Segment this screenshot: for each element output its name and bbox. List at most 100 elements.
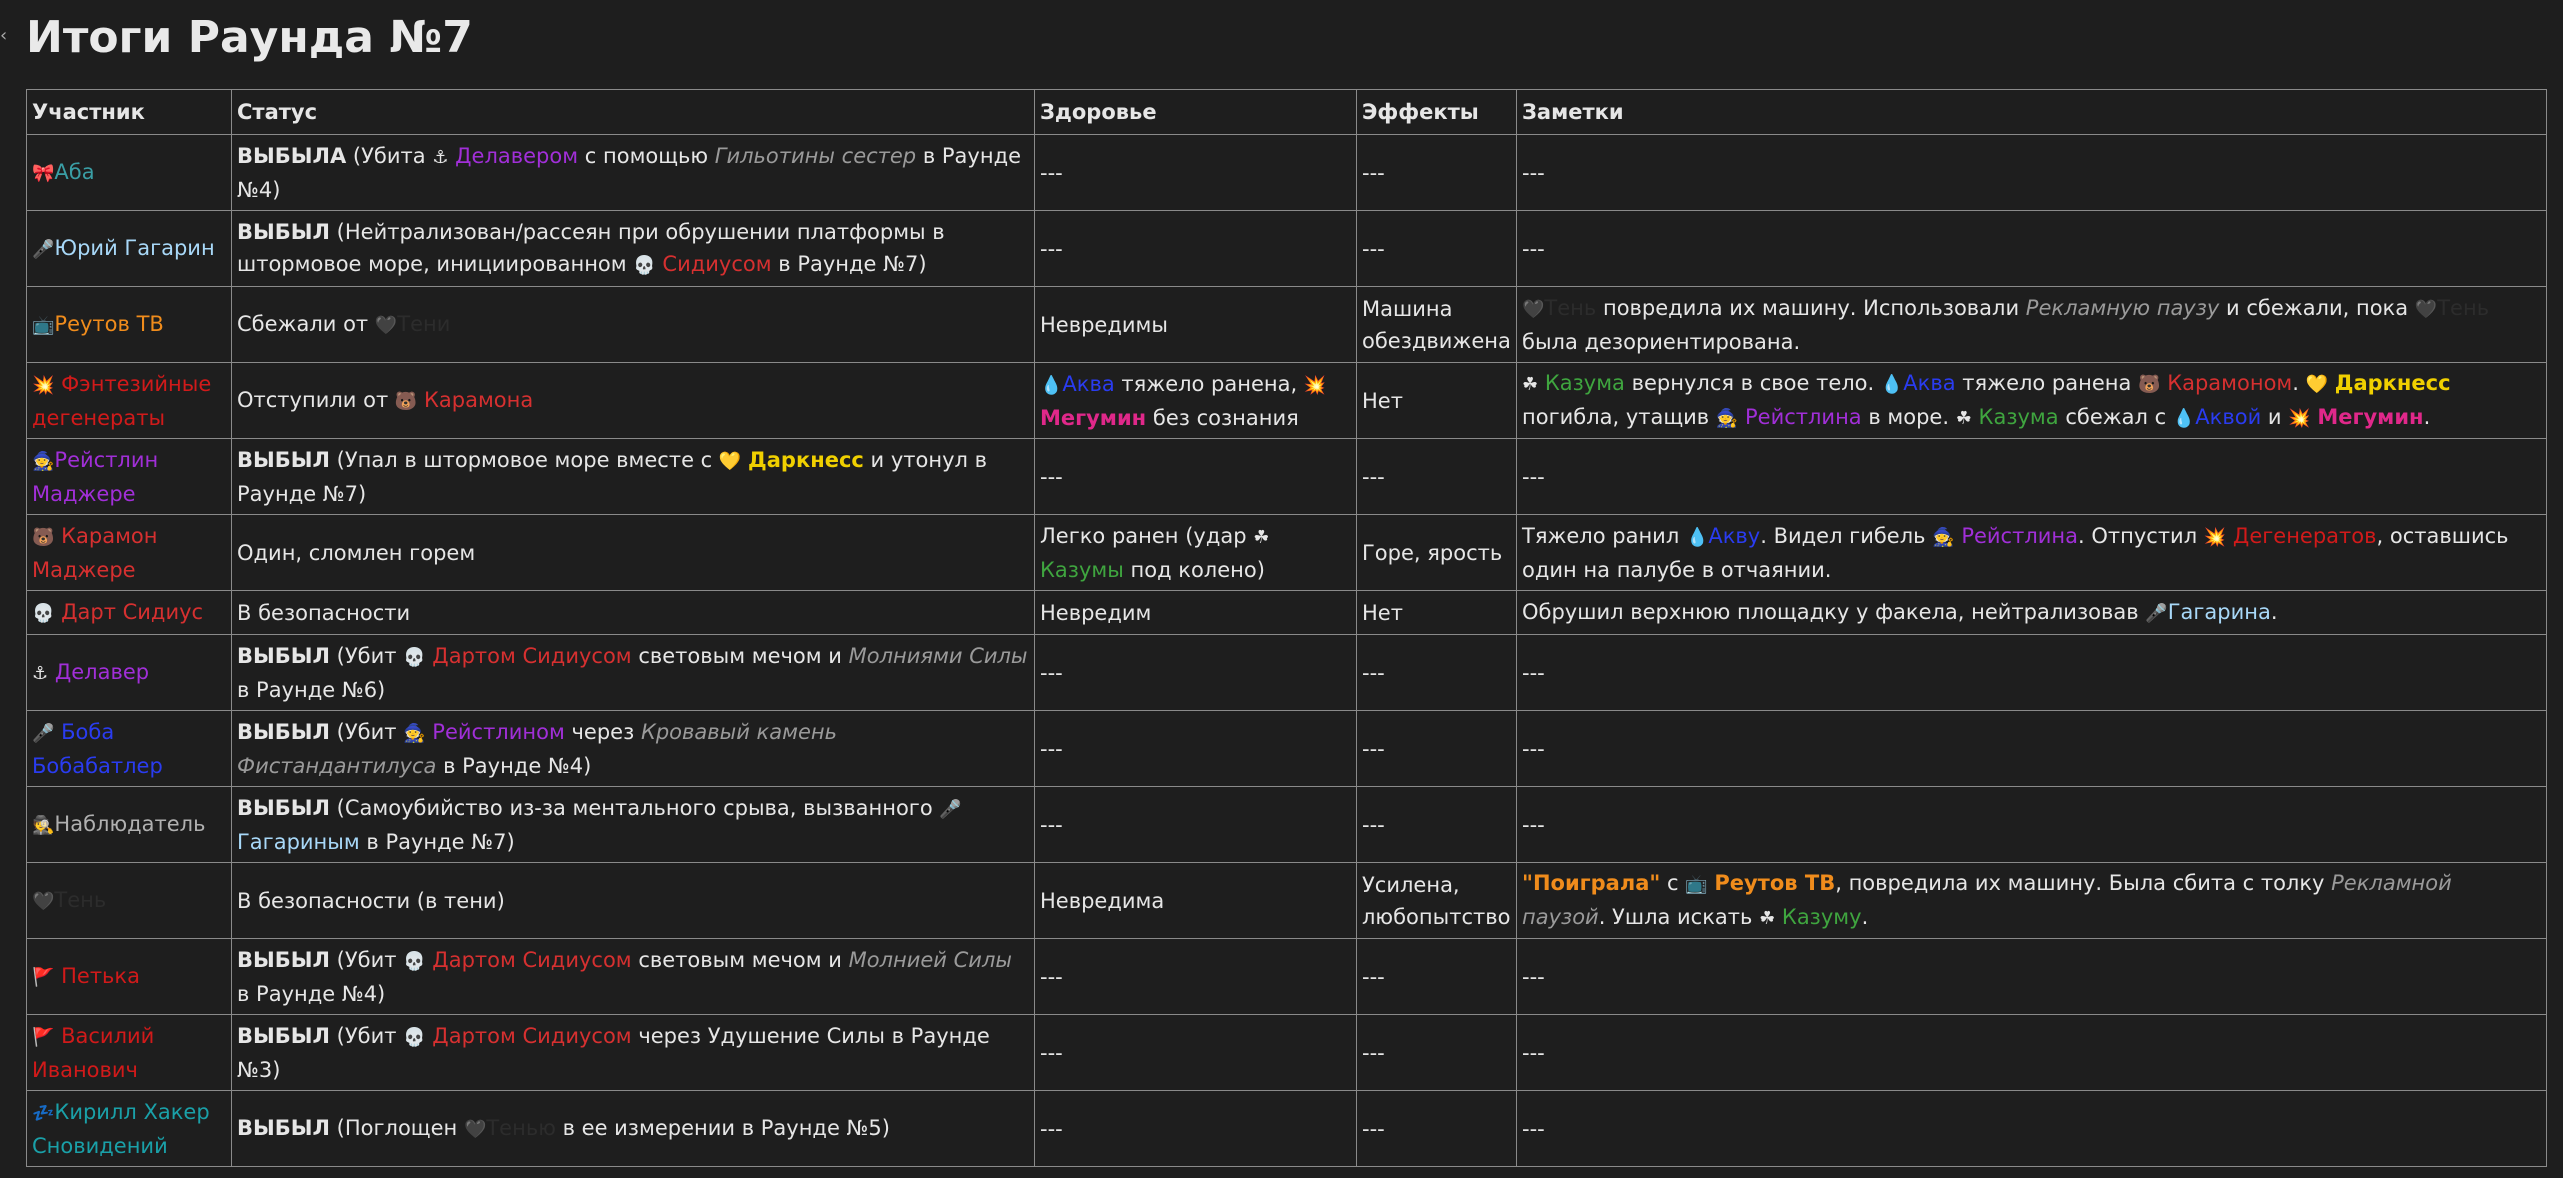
participant-name: Дарт Сидиус bbox=[61, 599, 204, 624]
participant-cell: ⚓ Делавер bbox=[26, 634, 232, 711]
notes-text: была дезориентирована. bbox=[1522, 329, 1801, 354]
round-results-table: Участник Статус Здоровье Эффекты Заметки… bbox=[26, 89, 2547, 1167]
table-row: 🧙Рейстлин Маджере ВЫБЫЛ (Упал в штормово… bbox=[26, 438, 2547, 515]
notes-cell: 🖤Тень повредила их машину. Использовали … bbox=[1516, 286, 2547, 363]
notes-text: тяжело ранена bbox=[1962, 370, 2132, 395]
ref-name: Аквой bbox=[2195, 404, 2262, 429]
health-cell: Невредим bbox=[1034, 590, 1357, 635]
yellow-heart-icon: 💛 bbox=[2305, 373, 2329, 395]
explosion-icon: 💥 bbox=[2203, 526, 2227, 548]
status-cell: ВЫБЫЛ (Самоубийство из-за ментального ср… bbox=[231, 786, 1035, 863]
anchor-icon: ⚓ bbox=[432, 146, 449, 168]
health-text: Легко ранен (удар bbox=[1040, 523, 1247, 548]
table-row: 💀 Дарт Сидиус В безопасности Невредим Не… bbox=[26, 590, 2547, 635]
table-row: 🎀Аба ВЫБЫЛА (Убита ⚓ Делавером с помощью… bbox=[26, 134, 2547, 211]
notes-cell: "Поиграла" с 📺 Реутов ТВ, повредила их м… bbox=[1516, 862, 2547, 939]
status-text: в ее измерении в Раунде №5) bbox=[562, 1115, 890, 1140]
skull-icon: 💀 bbox=[633, 254, 656, 276]
status-eliminated: ВЫБЫЛ bbox=[237, 1023, 330, 1048]
status-cell: ВЫБЫЛ (Упал в штормовое море вместе с 💛 … bbox=[231, 438, 1035, 515]
status-text: (Убит bbox=[336, 643, 397, 668]
wizard-icon: 🧙 bbox=[1715, 407, 1739, 429]
table-row: 🐻 Карамон Маджере Один, сломлен горем Ле… bbox=[26, 514, 2547, 591]
participant-cell: 🎤Юрий Гагарин bbox=[26, 210, 232, 287]
notes-text: с bbox=[1667, 870, 1679, 895]
notes-text: . bbox=[2270, 599, 2278, 624]
status-text: в Раунде №6) bbox=[237, 677, 386, 702]
status-text: Сбежали от bbox=[237, 311, 369, 336]
ref-name: Тени bbox=[397, 311, 451, 336]
status-text: с помощью bbox=[584, 143, 709, 168]
bear-icon: 🐻 bbox=[2138, 373, 2161, 395]
wizard-icon: 🧙 bbox=[403, 722, 426, 744]
notes-text: вернулся в свое тело. bbox=[1631, 370, 1875, 395]
status-text: (Убит bbox=[336, 1023, 397, 1048]
header-effects: Эффекты bbox=[1356, 89, 1517, 135]
weapon-name: Молниями Силы bbox=[848, 643, 1028, 668]
ref-name: Тень bbox=[2437, 295, 2490, 320]
status-text: в Раунде №4) bbox=[443, 753, 592, 778]
wizard-icon: 🧙 bbox=[1932, 526, 1955, 548]
health-text: тяжело ранена, bbox=[1121, 371, 1298, 396]
killer-name: Дартом Сидиусом bbox=[432, 947, 632, 972]
header-status: Статус bbox=[231, 89, 1035, 135]
status-text: (Упал в штормовое море вместе с bbox=[336, 447, 713, 472]
status-text: через bbox=[571, 719, 635, 744]
droplet-icon: 💧 bbox=[1880, 373, 1904, 395]
status-text: (Убита bbox=[352, 143, 426, 168]
notes-text: . Ушла искать bbox=[1598, 904, 1753, 929]
effects-cell: --- bbox=[1356, 438, 1517, 515]
participant-cell: 💤Кирилл Хакер Сновидений bbox=[26, 1090, 232, 1167]
notes-text: , повредила их машину. Была сбита с толк… bbox=[1835, 870, 2325, 895]
status-cell: В безопасности bbox=[231, 590, 1035, 635]
tv-icon: 📺 bbox=[1685, 873, 1708, 895]
participant-name: Аба bbox=[54, 159, 95, 184]
health-cell: --- bbox=[1034, 210, 1357, 287]
sleep-icon: 💤 bbox=[32, 1102, 55, 1124]
table-row: 🕵Наблюдатель ВЫБЫЛ (Самоубийство из-за м… bbox=[26, 786, 2547, 863]
black-heart-icon: 🖤 bbox=[32, 890, 55, 912]
microphone-icon: 🎤 bbox=[32, 722, 55, 744]
header-notes: Заметки bbox=[1516, 89, 2547, 135]
notes-cell: ☘ Казума вернулся в свое тело. 💧Аква тяж… bbox=[1516, 362, 2547, 439]
skull-icon: 💀 bbox=[403, 950, 426, 972]
italic-term: Рекламную паузу bbox=[2025, 295, 2220, 320]
status-text: Один, сломлен горем bbox=[237, 540, 476, 565]
effects-cell: --- bbox=[1356, 938, 1517, 1015]
ref-name: Карамоном bbox=[2167, 370, 2293, 395]
ref-name: Аква bbox=[1062, 371, 1115, 396]
participant-cell: 📺Реутов ТВ bbox=[26, 286, 232, 363]
killer-name: Рейстлином bbox=[432, 719, 565, 744]
effects-cell: --- bbox=[1356, 710, 1517, 787]
ref-name: Карамона bbox=[423, 387, 534, 412]
status-cell: Один, сломлен горем bbox=[231, 514, 1035, 591]
status-text: световым мечом и bbox=[638, 947, 842, 972]
status-cell: ВЫБЫЛ (Нейтрализован/рассеян при обрушен… bbox=[231, 210, 1035, 287]
notes-cell: Тяжело ранил 💧Акву. Видел гибель 🧙 Рейст… bbox=[1516, 514, 2547, 591]
killer-name: Гагариным bbox=[237, 829, 360, 854]
status-cell: ВЫБЫЛ (Убит 🧙 Рейстлином через Кровавый … bbox=[231, 710, 1035, 787]
status-cell: ВЫБЫЛ (Убит 💀 Дартом Сидиусом световым м… bbox=[231, 938, 1035, 1015]
detective-icon: 🕵 bbox=[32, 814, 55, 836]
table-row: 🚩 Василий Иванович ВЫБЫЛ (Убит 💀 Дартом … bbox=[26, 1014, 2547, 1091]
health-cell: --- bbox=[1034, 938, 1357, 1015]
participant-cell: 🎤 Боба Бобабатлер bbox=[26, 710, 232, 787]
status-cell: ВЫБЫЛ (Убит 💀 Дартом Сидиусом через Удуш… bbox=[231, 1014, 1035, 1091]
effects-cell: --- bbox=[1356, 210, 1517, 287]
health-cell: --- bbox=[1034, 710, 1357, 787]
status-text: В безопасности (в тени) bbox=[237, 888, 505, 913]
notes-cell: --- bbox=[1516, 938, 2547, 1015]
ref-name: Тень bbox=[1544, 295, 1597, 320]
notes-cell: Обрушил верхнюю площадку у факела, нейтр… bbox=[1516, 590, 2547, 635]
notes-text: в море. bbox=[1868, 404, 1950, 429]
health-cell: --- bbox=[1034, 1090, 1357, 1167]
ref-name: Даркнесс bbox=[748, 447, 864, 472]
status-cell: ВЫБЫЛА (Убита ⚓ Делавером с помощью Гиль… bbox=[231, 134, 1035, 211]
shamrock-icon: ☘ bbox=[1522, 373, 1539, 395]
weapon-name: Молнией Силы bbox=[848, 947, 1012, 972]
notes-text: . bbox=[1861, 904, 1869, 929]
participant-cell: 🧙Рейстлин Маджере bbox=[26, 438, 232, 515]
killer-name: Сидиусом bbox=[662, 251, 772, 276]
status-eliminated: ВЫБЫЛ bbox=[237, 447, 330, 472]
red-flag-icon: 🚩 bbox=[32, 966, 55, 988]
